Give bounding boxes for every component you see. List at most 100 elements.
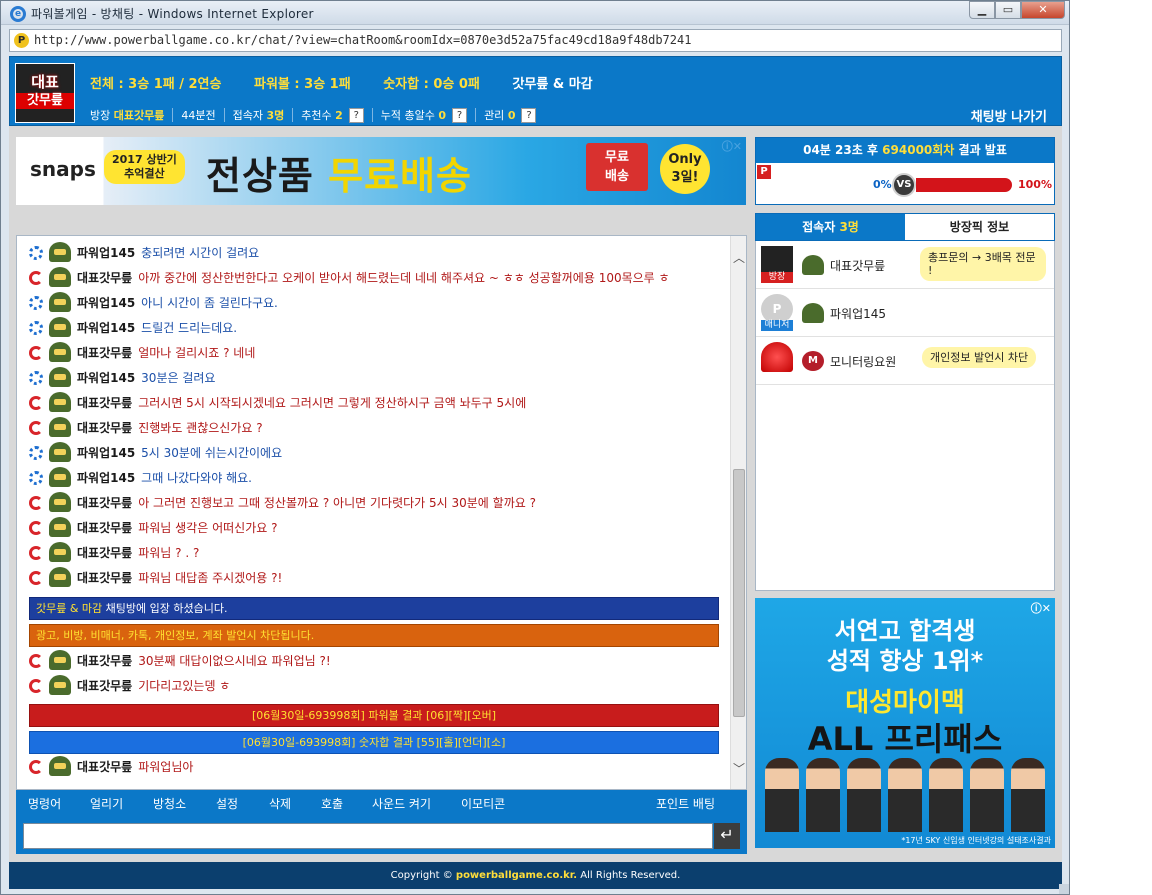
user-status-bubble: 개인정보 발언시 차단 <box>922 347 1037 368</box>
manager-level-icon <box>29 321 43 335</box>
message-author[interactable]: 파워업145 <box>77 444 135 461</box>
stat-total: 전체 : 3승 1패 / 2연승 <box>90 77 222 92</box>
toolbar-item[interactable]: 설정 <box>216 795 238 812</box>
avatar-icon <box>49 417 71 437</box>
siren-icon <box>761 342 793 372</box>
chat-log[interactable]: 파워업145 충되려면 시간이 걸려요대표갓무릎 아까 중간에 정산한번한다고 오케… <box>16 235 747 790</box>
side-tabs: 접속자 3명 방장픽 정보 <box>755 213 1055 241</box>
chat-input-row: ↵ <box>16 817 747 854</box>
message-text: 아니 시간이 좀 걸린다구요. <box>141 296 278 310</box>
visitors-label: 접속자 <box>232 109 263 122</box>
message-text: 그러시면 5시 시작되시겠네요 그러시면 그렇게 정산하시구 금액 놔두구 5시… <box>138 396 527 410</box>
footer-site-link[interactable]: powerballgame.co.kr. <box>456 870 577 881</box>
ad2-pass: ALL 프리패스 <box>807 720 1003 758</box>
toolbar-item[interactable]: 호출 <box>321 795 343 812</box>
chat-message: 대표갓무릎 파워업님아 <box>29 756 719 776</box>
system-enter-notice: 갓무릎 & 마감 채팅방에 입장 하셨습니다. <box>29 597 719 620</box>
message-author[interactable]: 대표갓무릎 <box>77 344 132 361</box>
avatar-icon <box>49 675 71 695</box>
chat-message: 파워업145 5시 30분에 쉬는시간이에요 <box>29 442 719 462</box>
toolbar-item[interactable]: 삭제 <box>269 795 291 812</box>
user-row[interactable]: M 모니터링요원 개인정보 발언시 차단 <box>756 337 1054 385</box>
ad-close-icon[interactable]: ⓘ✕ <box>722 138 742 154</box>
banner-ad-top[interactable]: snaps 2017 상반기 추억결산 전상품 무료배송 무료 배송 Only … <box>16 137 746 205</box>
address-bar[interactable]: P http://www.powerballgame.co.kr/chat/?v… <box>9 29 1062 52</box>
sum-result-notice: [06월30일-693998회] 숫자합 결과 [55][홀][언더][소] <box>29 731 719 754</box>
message-author[interactable]: 대표갓무릎 <box>77 569 132 586</box>
scroll-down-icon[interactable]: ﹀ <box>733 763 745 775</box>
ad-close-icon[interactable]: ⓘ✕ <box>1031 600 1051 616</box>
message-author[interactable]: 파워업145 <box>77 369 135 386</box>
avatar-icon <box>49 517 71 537</box>
manager-level-icon <box>29 446 43 460</box>
chat-toolbar: 명령어 얼리기 방청소 설정 삭제 호출 사운드 켜기 이모티콘 포인트 배팅 <box>16 790 747 817</box>
ie-icon: e <box>10 6 26 22</box>
message-author[interactable]: 대표갓무릎 <box>77 269 132 286</box>
right-percent: 100% <box>1018 178 1052 191</box>
maximize-button[interactable]: ▭ <box>995 1 1021 19</box>
cumulative-help-button[interactable]: ? <box>452 107 468 123</box>
cumulative-count: 0 <box>438 108 447 122</box>
url-text[interactable]: http://www.powerballgame.co.kr/chat/?vie… <box>34 33 691 47</box>
message-text: 아까 중간에 정산한번한다고 오케이 받아서 해드렸는데 네네 해주셔요 ~ ㅎ… <box>138 271 670 285</box>
avatar-icon <box>49 467 71 487</box>
message-author[interactable]: 파워업145 <box>77 294 135 311</box>
tab-users[interactable]: 접속자 3명 <box>756 214 905 240</box>
host-level-icon <box>29 421 43 435</box>
toolbar-item[interactable]: 사운드 켜기 <box>372 795 431 812</box>
toolbar-item[interactable]: 얼리기 <box>90 795 123 812</box>
message-text: 파워님 ? . ? <box>138 546 200 560</box>
chat-message: 파워업145 충되려면 시간이 걸려요 <box>29 242 719 262</box>
message-text: 기다리고있는뎅 ㅎ <box>138 679 231 693</box>
cumulative-label: 누적 총알수 <box>380 109 435 122</box>
scroll-up-icon[interactable]: ︿ <box>733 252 745 264</box>
tab-room-info[interactable]: 방장픽 정보 <box>905 214 1054 240</box>
message-author[interactable]: 대표갓무릎 <box>77 519 132 536</box>
recommend-count: 2 <box>335 108 343 122</box>
chat-message: 대표갓무릎 아 그러면 진행보고 그때 정산볼까요 ? 아니면 기다렷다가 5시 … <box>29 492 719 512</box>
user-row[interactable]: 방장 대표갓무릎 총프문의 → 3배목 전문 ! <box>756 241 1054 289</box>
close-button[interactable]: ✕ <box>1021 1 1065 19</box>
manager-level-icon <box>29 471 43 485</box>
scroll-thumb[interactable] <box>733 469 745 717</box>
message-author[interactable]: 대표갓무릎 <box>77 677 132 694</box>
message-text: 드릴건 드리는데요. <box>141 321 238 335</box>
toolbar-item[interactable]: 방청소 <box>153 795 186 812</box>
message-text: 파워님 대답좀 주시겠어용 ?! <box>138 571 283 585</box>
message-text: 그때 나갔다와야 해요. <box>141 471 252 485</box>
message-author[interactable]: 대표갓무릎 <box>77 758 132 775</box>
message-author[interactable]: 대표갓무릎 <box>77 394 132 411</box>
record-stats: 전체 : 3승 1패 / 2연승 파워볼 : 3승 1패 숫자합 : 0승 0패… <box>90 73 621 92</box>
message-author[interactable]: 파워업145 <box>77 469 135 486</box>
stat-sum: 숫자합 : 0승 0패 <box>383 77 480 92</box>
logo-bottom-text: 갓무릎 <box>16 93 74 109</box>
user-row[interactable]: P 매니저 파워업145 <box>756 289 1054 337</box>
message-author[interactable]: 파워업145 <box>77 319 135 336</box>
result-panel: 04분 23초 후 694000회차 결과 발표 P 0% VS 100% <box>755 137 1055 205</box>
message-author[interactable]: 대표갓무릎 <box>77 652 132 669</box>
toolbar-item[interactable]: 포인트 배팅 <box>656 795 715 812</box>
truck-icon: 무료 배송 <box>586 143 648 191</box>
user-name: 파워업145 <box>830 307 887 321</box>
host-level-icon <box>29 521 43 535</box>
message-author[interactable]: 대표갓무릎 <box>77 494 132 511</box>
message-author[interactable]: 파워업145 <box>77 244 135 261</box>
toolbar-item[interactable]: 이모티콘 <box>461 795 505 812</box>
chat-input[interactable] <box>23 823 713 849</box>
toolbar-item[interactable]: 명령어 <box>28 795 61 812</box>
user-status-bubble: 총프문의 → 3배목 전문 ! <box>920 247 1046 281</box>
page-footer: Copyright © powerballgame.co.kr. All Rig… <box>9 862 1062 889</box>
banner-ad-side[interactable]: ⓘ✕ 서연고 합격생 성적 향상 1위* 대성마이맥 ALL 프리패스 *17년 … <box>755 598 1055 848</box>
message-author[interactable]: 대표갓무릎 <box>77 544 132 561</box>
manage-help-button[interactable]: ? <box>521 107 537 123</box>
minimize-button[interactable]: ▁ <box>969 1 995 19</box>
recommend-help-button[interactable]: ? <box>348 107 364 123</box>
send-button[interactable]: ↵ <box>714 823 740 849</box>
avatar-icon <box>49 367 71 387</box>
exit-room-button[interactable]: 채팅방 나가기 <box>971 106 1047 125</box>
manager-level-icon <box>29 246 43 260</box>
chat-message: 파워업145 드릴건 드리는데요. <box>29 317 719 337</box>
message-text: 30분은 걸려요 <box>141 371 216 385</box>
chat-scrollbar[interactable]: ︿ ﹀ <box>730 236 746 789</box>
message-author[interactable]: 대표갓무릎 <box>77 419 132 436</box>
